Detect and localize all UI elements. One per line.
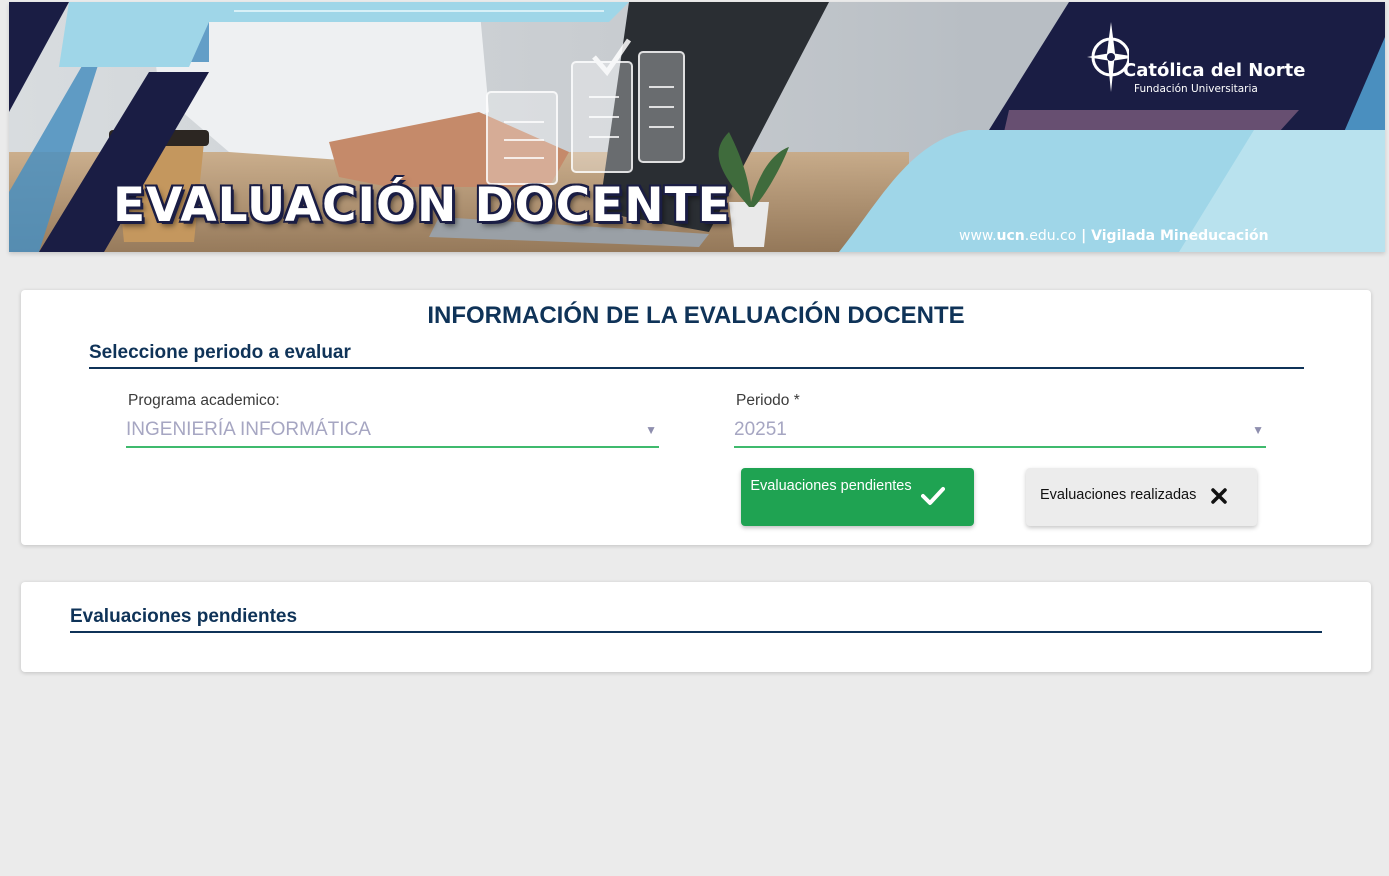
completed-button-label: Evaluaciones realizadas <box>1040 487 1197 503</box>
check-icon <box>921 487 945 505</box>
footer-url-prefix: www. <box>959 228 997 244</box>
period-field: Periodo * 20251 ▼ <box>734 392 1266 448</box>
banner-footer: www.ucn.edu.co | Vigilada Mineducación <box>959 228 1269 244</box>
logo-name: Católica del Norte <box>1123 60 1306 81</box>
university-logo[interactable]: Católica del Norte Fundación Universitar… <box>1081 20 1321 100</box>
footer-url-bold: ucn <box>996 228 1025 244</box>
banner-title: EVALUACIÓN DOCENTE <box>113 178 731 233</box>
footer-url-suffix: .edu.co <box>1024 228 1077 244</box>
completed-evaluations-button[interactable]: Evaluaciones realizadas <box>1026 468 1257 526</box>
close-icon <box>1211 488 1227 504</box>
caret-down-icon: ▼ <box>1252 423 1264 437</box>
period-value: 20251 <box>734 419 787 440</box>
compass-star-icon <box>1087 22 1129 92</box>
header-banner: EVALUACIÓN DOCENTE Católica del Norte Fu… <box>9 2 1385 252</box>
period-label: Periodo * <box>736 392 800 409</box>
page-title: INFORMACIÓN DE LA EVALUACIÓN DOCENTE <box>427 302 965 329</box>
program-label: Programa academico: <box>128 392 280 409</box>
select-period-heading: Seleccione periodo a evaluar <box>89 342 1304 369</box>
program-field: Programa academico: INGENIERÍA INFORMÁTI… <box>126 392 659 448</box>
program-value: INGENIERÍA INFORMÁTICA <box>126 419 371 440</box>
program-select[interactable]: INGENIERÍA INFORMÁTICA ▼ <box>126 414 659 448</box>
period-select[interactable]: 20251 ▼ <box>734 414 1266 448</box>
pending-button-label: Evaluaciones pendientes <box>750 478 912 494</box>
logo-subtitle: Fundación Universitaria <box>1134 83 1258 95</box>
evaluation-info-card: INFORMACIÓN DE LA EVALUACIÓN DOCENTE Sel… <box>21 290 1371 545</box>
footer-vigilada: Vigilada Mineducación <box>1091 228 1269 244</box>
pending-evaluations-card: Evaluaciones pendientes <box>21 582 1371 672</box>
pending-evaluations-button[interactable]: Evaluaciones pendientes <box>741 468 974 526</box>
pending-evaluations-heading: Evaluaciones pendientes <box>70 606 1322 633</box>
footer-separator: | <box>1076 228 1092 244</box>
caret-down-icon: ▼ <box>645 423 657 437</box>
